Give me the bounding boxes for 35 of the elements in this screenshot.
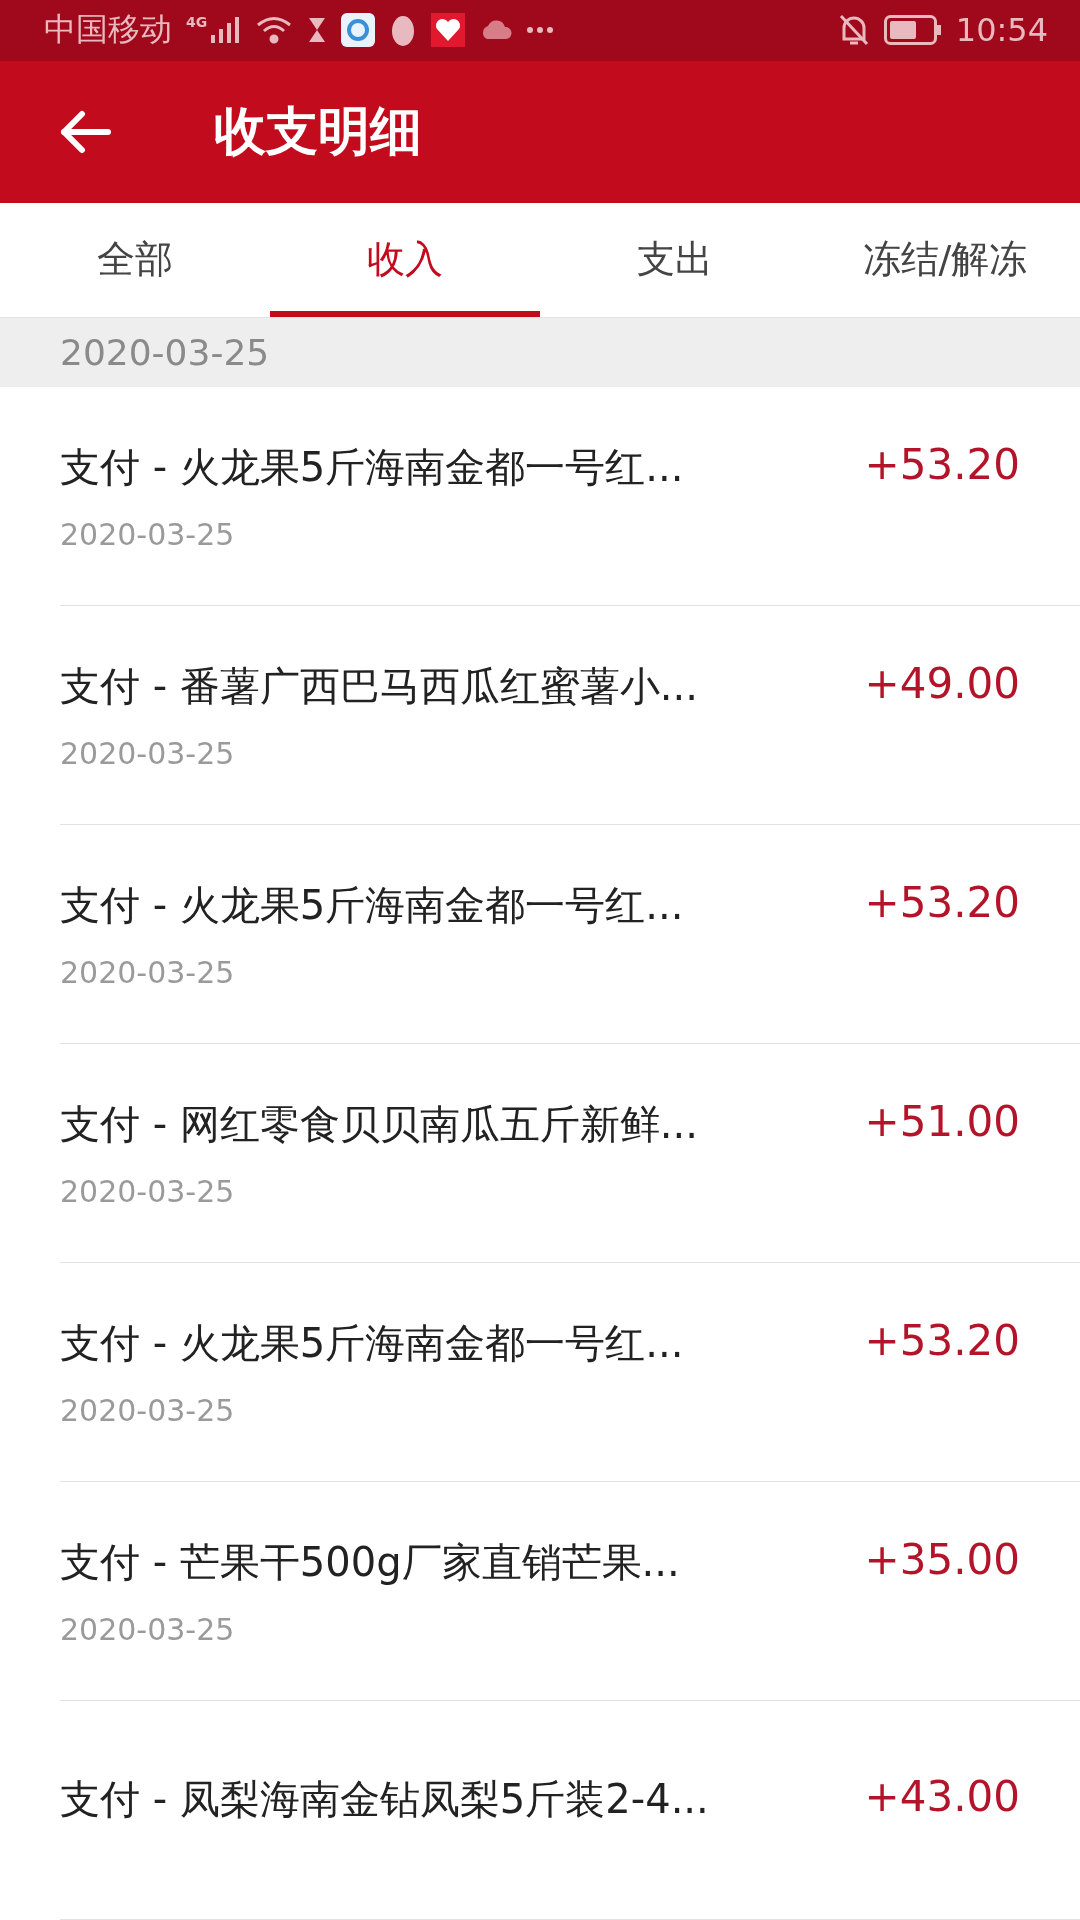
battery-icon xyxy=(883,15,942,46)
transaction-date: 2020-03-25 xyxy=(60,736,236,771)
network-type: 4G xyxy=(186,14,208,30)
transaction-date: 2020-03-25 xyxy=(60,955,236,990)
section-date: 2020-03-25 xyxy=(60,331,270,373)
transaction-date: 2020-03-25 xyxy=(60,517,236,552)
tab[interactable]: 全部 xyxy=(0,202,270,317)
transaction-title: 支付 - 网红零食贝贝南瓜五斤新鲜... xyxy=(60,1100,699,1149)
clock-time: 10:54 xyxy=(955,11,1048,50)
transaction-title: 支付 - 火龙果5斤海南金都一号红... xyxy=(60,1319,685,1368)
transaction-amount: +49.00 xyxy=(864,659,1020,710)
transaction-date: 2020-03-25 xyxy=(60,1174,236,1209)
page-title: 收支明细 xyxy=(214,99,422,163)
app-icon xyxy=(341,13,376,48)
muted-bell-icon xyxy=(837,13,870,48)
transaction-amount: +51.00 xyxy=(864,1097,1020,1148)
hourglass-icon xyxy=(307,16,328,45)
tab[interactable]: 冻结/解冻 xyxy=(810,202,1080,317)
transaction-title: 支付 - 火龙果5斤海南金都一号红... xyxy=(60,443,685,492)
transaction-amount: +43.00 xyxy=(864,1771,1020,1823)
tab[interactable]: 支出 xyxy=(540,202,810,317)
transaction-title: 支付 - 凤梨海南金钻凤梨5斤装2-4... xyxy=(60,1774,710,1824)
carrier-name: 中国移动 xyxy=(44,9,172,51)
transaction-date: 2020-03-25 xyxy=(60,1612,236,1647)
signal-icon xyxy=(211,15,242,46)
transaction-amount: +53.20 xyxy=(864,440,1020,491)
transaction-amount: +53.20 xyxy=(864,878,1020,929)
transaction-date: 2020-03-25 xyxy=(60,1393,236,1428)
transaction-title: 支付 - 番薯广西巴马西瓜红蜜薯小... xyxy=(60,662,699,711)
app-icon xyxy=(431,13,466,48)
transaction-title: 支付 - 火龙果5斤海南金都一号红... xyxy=(60,881,685,930)
transaction-title: 支付 - 芒果干500g厂家直销芒果... xyxy=(60,1538,681,1587)
more-icon xyxy=(527,27,554,34)
transaction-amount: +53.20 xyxy=(864,1316,1020,1367)
transaction-amount: +35.00 xyxy=(864,1535,1020,1586)
